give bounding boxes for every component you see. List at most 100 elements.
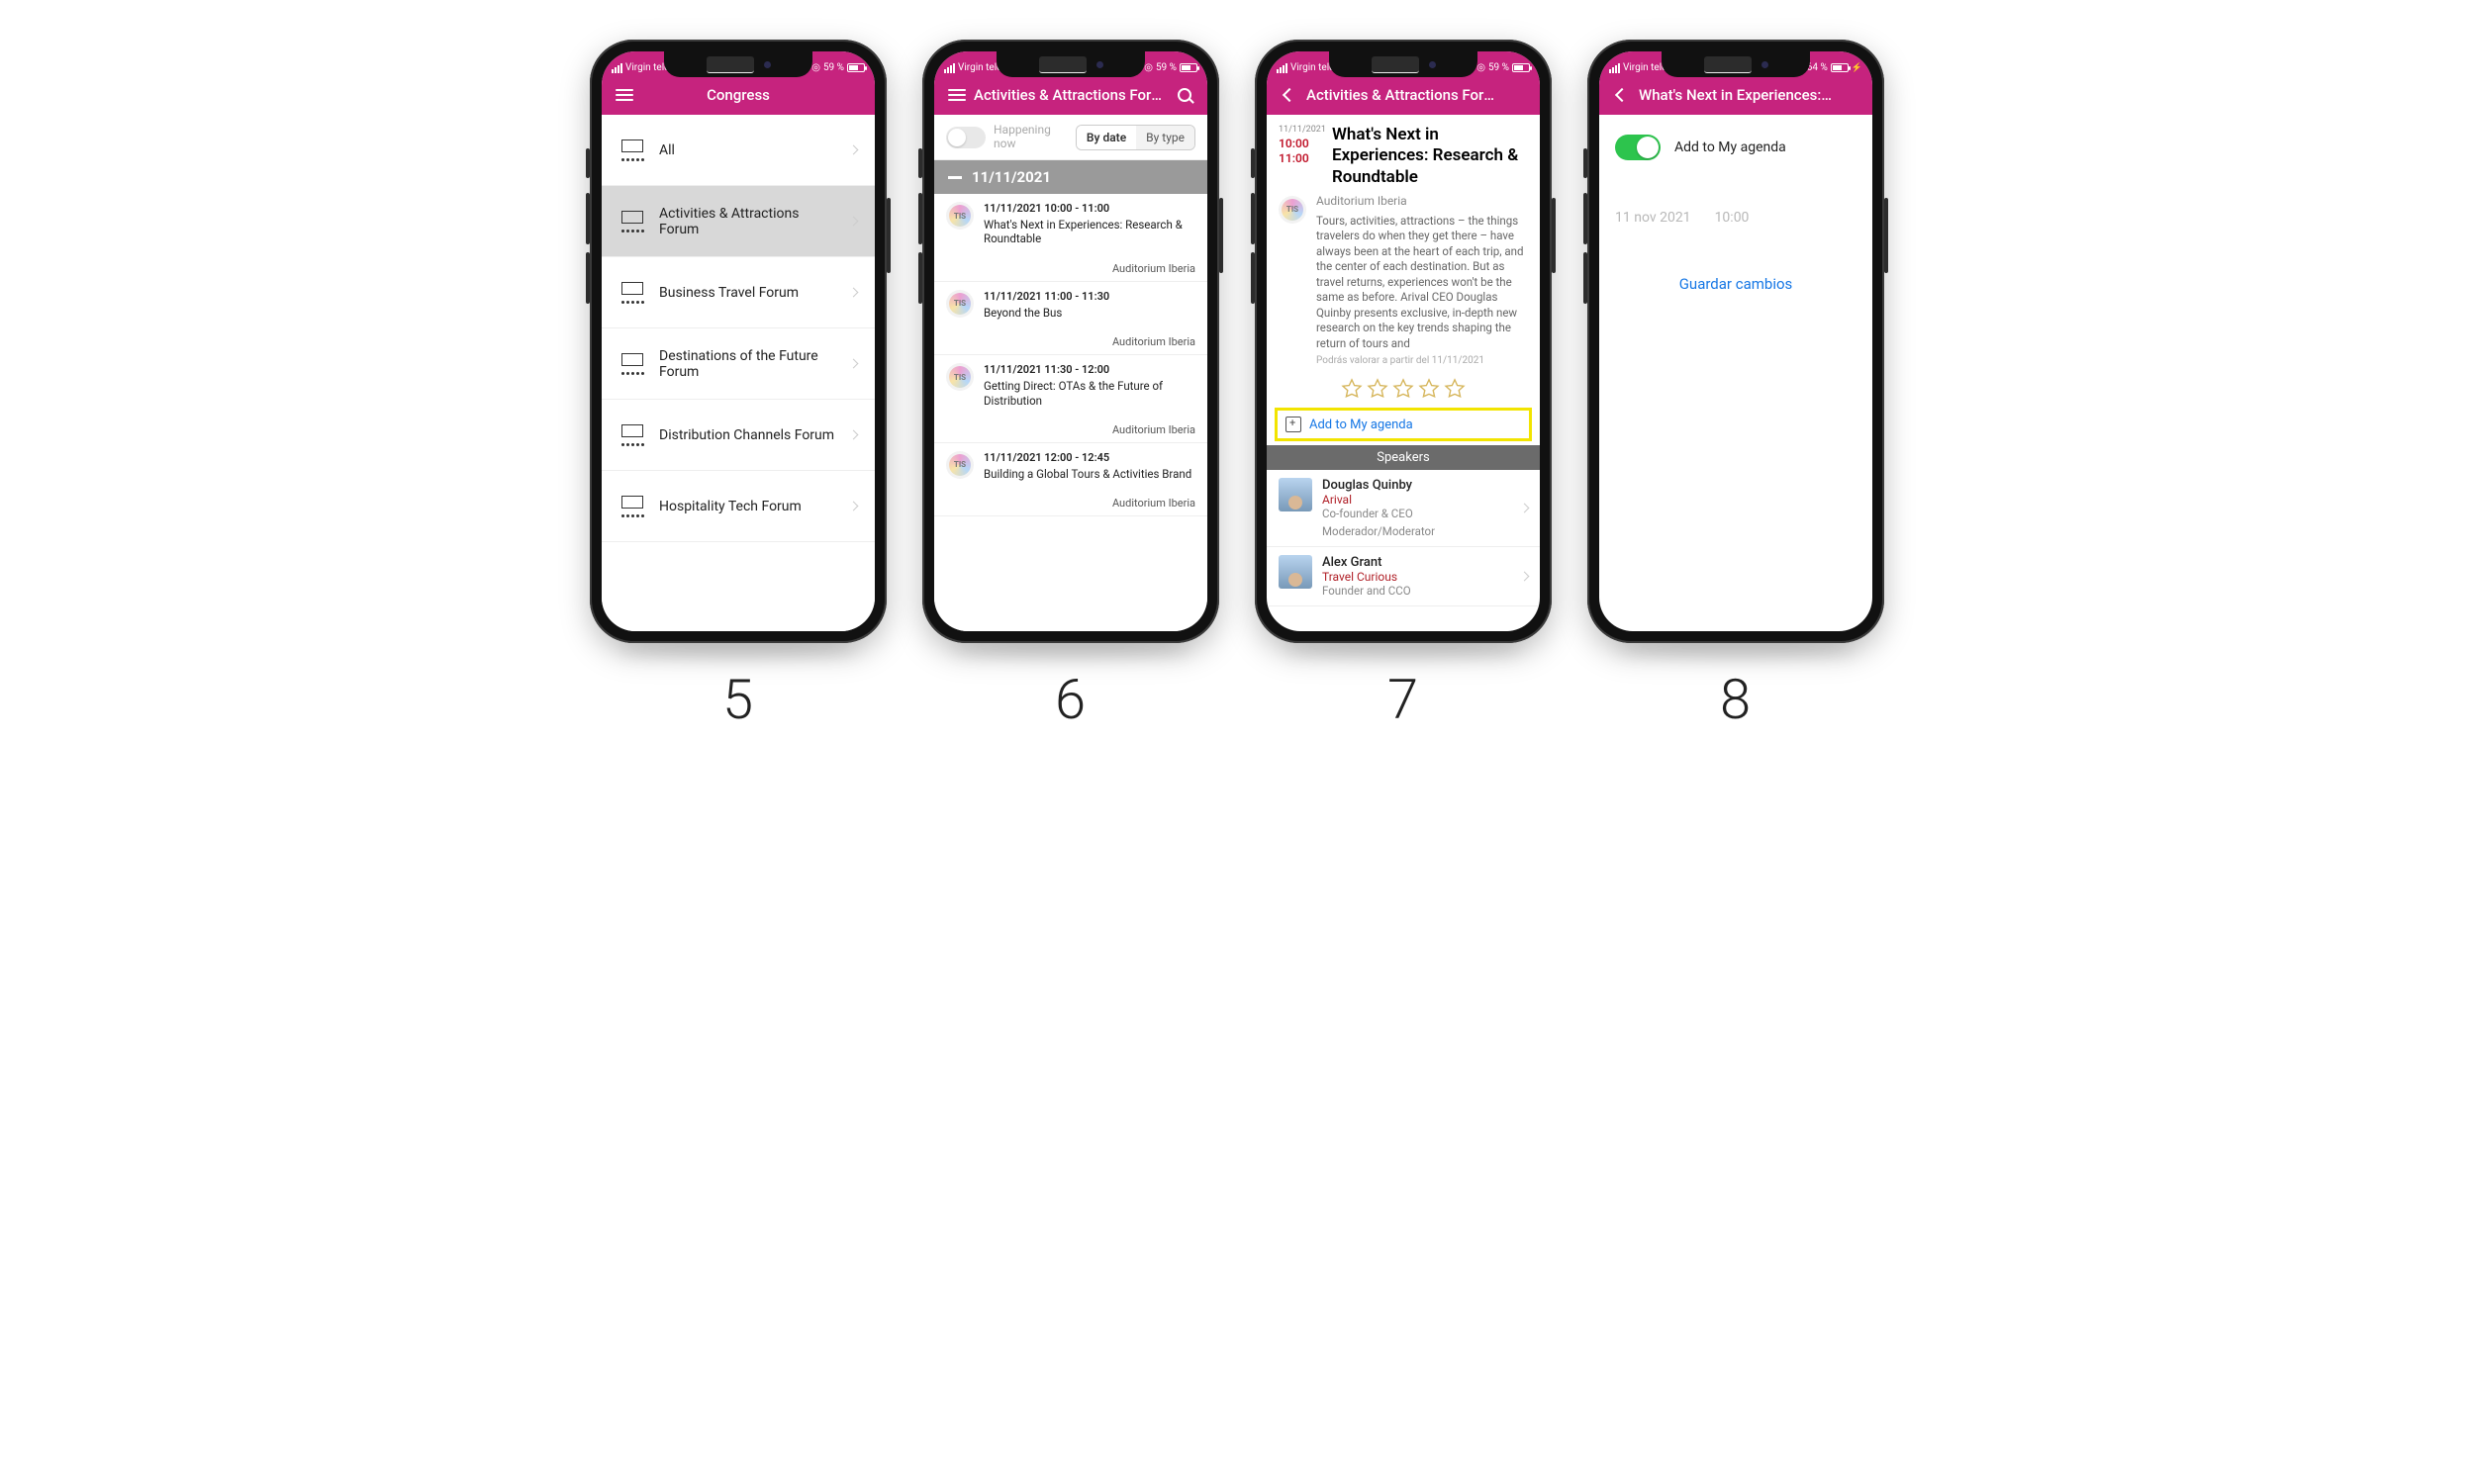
back-button[interactable] xyxy=(1277,90,1302,100)
avatar xyxy=(1279,555,1312,589)
battery-icon xyxy=(1831,63,1849,72)
forum-icon xyxy=(619,282,645,304)
list-item-hospitality[interactable]: Hospitality Tech Forum xyxy=(602,471,875,542)
forum-icon xyxy=(619,353,645,375)
nav-bar: Congress xyxy=(602,75,875,115)
time-value: 10:00 xyxy=(1715,210,1750,226)
list-item-business[interactable]: Business Travel Forum xyxy=(602,257,875,328)
menu-button[interactable] xyxy=(612,89,637,101)
chevron-left-icon xyxy=(1283,88,1296,102)
session-location: Auditorium Iberia xyxy=(946,262,1195,275)
search-button[interactable] xyxy=(1172,88,1197,102)
back-button[interactable] xyxy=(1609,90,1635,100)
session-item[interactable]: TIS 11/11/2021 10:00 - 11:00 What's Next… xyxy=(934,194,1207,282)
caption-6: 6 xyxy=(1055,667,1087,732)
chevron-right-icon xyxy=(849,430,859,440)
session-item[interactable]: TIS 11/11/2021 11:30 - 12:00 Getting Dir… xyxy=(934,355,1207,443)
phone-notch xyxy=(664,51,812,77)
page-title: What's Next in Experiences: Research... xyxy=(1635,86,1837,104)
tis-badge-icon: TIS xyxy=(946,363,974,391)
signal-bars-icon xyxy=(612,63,622,73)
session-list[interactable]: TIS 11/11/2021 10:00 - 11:00 What's Next… xyxy=(934,194,1207,631)
speaker-item[interactable]: Alex Grant Travel Curious Founder and CC… xyxy=(1267,547,1540,606)
session-title: Beyond the Bus xyxy=(984,306,1195,320)
filter-row: Happening now By date By type xyxy=(934,115,1207,160)
tis-badge-icon: TIS xyxy=(1279,196,1306,224)
star-icon[interactable] xyxy=(1444,378,1466,400)
session-date: 11/11/2021 xyxy=(1279,125,1322,137)
session-title: Getting Direct: OTAs & the Future of Dis… xyxy=(984,379,1195,408)
list-item-label: Destinations of the Future Forum xyxy=(659,348,836,380)
calendar-add-icon xyxy=(1285,417,1301,432)
page-title: Activities & Attractions Forum xyxy=(970,86,1172,104)
chevron-right-icon xyxy=(849,217,859,227)
speaker-moderator: Moderador/Moderator xyxy=(1322,524,1511,538)
session-header: 11/11/2021 10:00 11:00 What's Next in Ex… xyxy=(1267,115,1540,192)
speaker-org: Arival xyxy=(1322,493,1511,507)
speaker-org: Travel Curious xyxy=(1322,570,1511,584)
page-title: Activities & Attractions Forum xyxy=(1302,86,1504,104)
add-agenda-button[interactable]: Add to My agenda xyxy=(1275,408,1532,441)
menu-button[interactable] xyxy=(944,89,970,101)
list-item-label: Distribution Channels Forum xyxy=(659,427,836,443)
battery-pct: 59 % xyxy=(1488,62,1509,73)
chevron-left-icon xyxy=(1615,88,1629,102)
forum-icon xyxy=(619,211,645,232)
phone-5: Virgin telco ⌵ 16:45 ◎ 59 % Congress All xyxy=(590,40,887,643)
speaker-role: Co-founder & CEO xyxy=(1322,507,1511,520)
nav-bar: What's Next in Experiences: Research... xyxy=(1599,75,1872,115)
star-icon[interactable] xyxy=(1341,378,1363,400)
star-icon[interactable] xyxy=(1392,378,1414,400)
list-item-distribution[interactable]: Distribution Channels Forum xyxy=(602,400,875,471)
happening-now-label: Happening now xyxy=(994,124,1051,149)
happening-now-toggle[interactable] xyxy=(946,127,986,148)
speakers-header: Speakers xyxy=(1267,445,1540,470)
phone-notch xyxy=(1662,51,1810,77)
session-description: Tours, activities, attractions – the thi… xyxy=(1316,214,1528,352)
seg-by-type[interactable]: By type xyxy=(1136,126,1194,149)
session-start-time: 10:00 xyxy=(1279,137,1322,152)
session-location: Auditorium Iberia xyxy=(946,497,1195,510)
date-value: 11 nov 2021 xyxy=(1615,210,1691,226)
list-item-all[interactable]: All xyxy=(602,115,875,186)
hamburger-icon xyxy=(948,89,966,101)
date-header[interactable]: 11/11/2021 xyxy=(934,160,1207,194)
tis-badge-icon: TIS xyxy=(946,451,974,479)
session-title: Building a Global Tours & Activities Bra… xyxy=(984,467,1195,481)
phone-notch xyxy=(997,51,1145,77)
session-location: Auditorium Iberia xyxy=(946,335,1195,348)
session-title: What's Next in Experiences: Research & R… xyxy=(1332,125,1528,188)
list-item-destinations[interactable]: Destinations of the Future Forum xyxy=(602,328,875,400)
session-title: What's Next in Experiences: Research & R… xyxy=(984,218,1195,246)
speaker-name: Douglas Quinby xyxy=(1322,478,1511,493)
chevron-right-icon xyxy=(1520,572,1530,582)
list-item-activities[interactable]: Activities & Attractions Forum xyxy=(602,186,875,257)
battery-pct: 59 % xyxy=(1156,62,1177,73)
search-icon xyxy=(1178,88,1191,102)
session-details: TIS Auditorium Iberia Tours, activities,… xyxy=(1267,192,1540,373)
agenda-toggle[interactable] xyxy=(1615,135,1661,160)
caption-7: 7 xyxy=(1387,667,1419,732)
star-icon[interactable] xyxy=(1418,378,1440,400)
star-icon[interactable] xyxy=(1367,378,1388,400)
rating-stars[interactable] xyxy=(1267,372,1540,408)
session-item[interactable]: TIS 11/11/2021 12:00 - 12:45 Building a … xyxy=(934,443,1207,516)
session-item[interactable]: TIS 11/11/2021 11:00 - 11:30 Beyond the … xyxy=(934,282,1207,355)
speaker-role: Founder and CCO xyxy=(1322,584,1511,598)
nav-bar: Activities & Attractions Forum xyxy=(1267,75,1540,115)
tis-badge-icon: TIS xyxy=(946,290,974,318)
agenda-toggle-label: Add to My agenda xyxy=(1674,139,1786,155)
battery-pct: 59 % xyxy=(823,62,844,73)
save-button[interactable]: Guardar cambios xyxy=(1615,275,1856,293)
speaker-item[interactable]: Douglas Quinby Arival Co-founder & CEO M… xyxy=(1267,470,1540,547)
hamburger-icon xyxy=(616,89,633,101)
tis-badge-icon: TIS xyxy=(946,202,974,230)
collapse-icon xyxy=(948,176,962,179)
battery-sym-icon: ◎ xyxy=(1476,62,1485,73)
forum-list: All Activities & Attractions Forum Busin… xyxy=(602,115,875,631)
page-title: Congress xyxy=(637,86,839,104)
seg-by-date[interactable]: By date xyxy=(1077,126,1136,149)
signal-bars-icon xyxy=(1277,63,1287,73)
avatar xyxy=(1279,478,1312,511)
list-item-label: Activities & Attractions Forum xyxy=(659,206,836,237)
